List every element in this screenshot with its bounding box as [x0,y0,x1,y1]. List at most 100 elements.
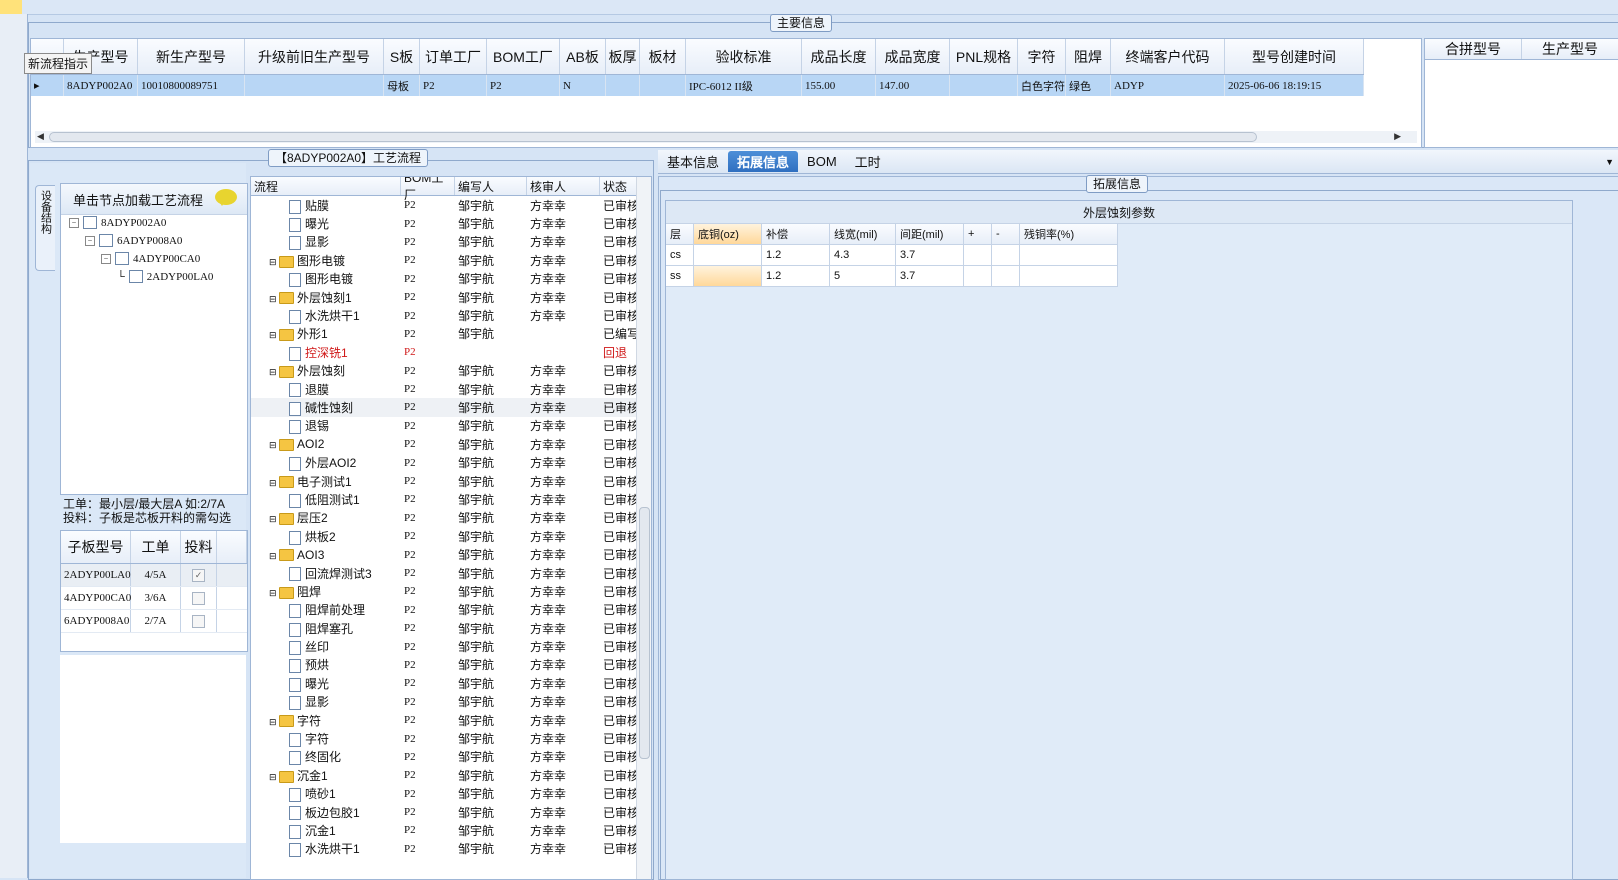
model-cell[interactable]: 6ADYP008A0 [61,610,131,632]
status-cell[interactable]: 已审核 [600,693,637,710]
process-row[interactable]: ⊟ 沉金1 P2 邹宇航 方幸幸 已审核 [251,766,651,784]
writer-cell[interactable]: 邹宇航 [455,473,527,490]
column-header[interactable]: PNL规格 [950,39,1018,74]
tab-device-structure[interactable]: 设备结构 [35,185,55,271]
reviewer-cell[interactable]: 方幸幸 [527,693,600,710]
status-cell[interactable]: 已审核 [600,730,637,747]
column-header[interactable]: BOM工厂 [401,177,455,202]
bom-factory-cell[interactable]: P2 [401,567,455,579]
bom-factory-cell[interactable]: P2 [401,346,455,358]
column-header[interactable]: 合拼型号 [1425,39,1522,59]
process-name-cell[interactable]: 字符 [251,730,401,747]
feed-checkbox[interactable] [192,614,205,628]
bom-factory-cell[interactable]: P2 [401,677,455,689]
status-cell[interactable]: 已审核 [600,546,637,563]
process-row[interactable]: 丝印 P2 邹宇航 方幸幸 已审核 [251,637,651,655]
sub-board-row[interactable]: 2ADYP00LA0 4/5A ✓ [61,564,247,587]
status-cell[interactable]: 已审核 [600,491,637,508]
process-row[interactable]: 喷砂1 P2 邹宇航 方幸幸 已审核 [251,785,651,803]
writer-cell[interactable]: 邹宇航 [455,712,527,729]
column-header[interactable]: 核审人 [527,177,600,195]
status-cell[interactable]: 已审核 [600,417,637,434]
process-row[interactable]: ⊟ 图形电镀 P2 邹宇航 方幸幸 已审核 [251,251,651,269]
writer-cell[interactable]: 邹宇航 [455,583,527,600]
grid-cell[interactable]: ADYP [1111,75,1225,96]
collapse-icon[interactable]: ⊟ [269,294,279,304]
grid-cell[interactable]: 10010800089751 [138,75,245,96]
main-info-grid[interactable]: 生产型号 新生产型号 升级前旧生产型号 S板 订单工厂 BOM工厂 AB板 板厚 板材 验收标准成… [30,38,1422,148]
collapse-icon[interactable]: ⊟ [269,588,279,598]
bom-factory-cell[interactable]: P2 [401,401,455,413]
reviewer-cell[interactable]: 方幸幸 [527,675,600,692]
process-name-cell[interactable]: 退膜 [251,381,401,398]
status-cell[interactable]: 已审核 [600,436,637,453]
status-cell[interactable]: 已审核 [600,362,637,379]
reviewer-cell[interactable]: 方幸幸 [527,252,600,269]
status-cell[interactable]: 已审核 [600,785,637,802]
bom-factory-cell[interactable]: P2 [401,199,455,211]
sub-board-grid[interactable]: 子板型号 工单 投料 2ADYP00LA0 4/5A ✓ 4ADYP00CA0 3/6A 6A… [60,530,248,652]
process-name-cell[interactable]: 显影 [251,693,401,711]
reviewer-cell[interactable]: 方幸幸 [527,417,600,434]
column-header[interactable]: 编写人 [455,177,527,195]
process-row[interactable]: 外层AOI2 P2 邹宇航 方幸幸 已审核 [251,453,651,471]
bom-factory-cell[interactable]: P2 [401,696,455,708]
column-header[interactable]: 层 [666,224,694,245]
tab-3[interactable]: 工时 [846,151,890,172]
column-header[interactable]: 终端客户代码 [1111,39,1225,74]
bom-factory-cell[interactable]: P2 [401,291,455,303]
process-row[interactable]: 退锡 P2 邹宇航 方幸幸 已审核 [251,417,651,435]
bom-factory-cell[interactable]: P2 [401,512,455,524]
process-name-cell[interactable]: 碱性蚀刻 [251,399,401,416]
writer-cell[interactable]: 邹宇航 [455,638,527,655]
bom-factory-cell[interactable]: P2 [401,806,455,818]
column-header[interactable]: 成品长度 [802,39,876,74]
reviewer-cell[interactable]: 方幸幸 [527,583,600,600]
process-name-cell[interactable]: ⊟ 沉金1 [251,767,401,784]
reviewer-cell[interactable]: 方幸幸 [527,307,600,324]
writer-cell[interactable]: 邹宇航 [455,270,527,287]
work-order-cell[interactable]: 4/5A [131,564,181,586]
status-cell[interactable]: 已审核 [600,675,637,692]
column-header[interactable]: + [964,224,992,245]
process-name-cell[interactable]: 图形电镀 [251,270,401,288]
process-name-cell[interactable]: 丝印 [251,638,401,655]
status-cell[interactable]: 已审核 [600,620,637,637]
process-row[interactable]: 曝光 P2 邹宇航 方幸幸 已审核 [251,674,651,692]
reviewer-cell[interactable]: 方幸幸 [527,381,600,398]
process-row[interactable]: 退膜 P2 邹宇航 方幸幸 已审核 [251,380,651,398]
collapse-icon[interactable]: ⊟ [269,330,279,340]
bom-factory-cell[interactable]: P2 [401,438,455,450]
column-header[interactable]: 残铜率(%) [1020,224,1118,245]
process-name-cell[interactable]: 低阻测试1 [251,491,401,508]
param-cell[interactable] [1020,266,1118,287]
bom-factory-cell[interactable]: P2 [401,420,455,432]
collapse-icon[interactable]: ⊟ [269,551,279,561]
work-order-cell[interactable]: 3/6A [131,587,181,609]
writer-cell[interactable]: 邹宇航 [455,381,527,398]
column-header[interactable]: 线宽(mil) [830,224,896,245]
bom-factory-cell[interactable]: P2 [401,530,455,542]
process-row[interactable]: 字符 P2 邹宇航 方幸幸 已审核 [251,729,651,747]
writer-cell[interactable]: 邹宇航 [455,454,527,471]
writer-cell[interactable]: 邹宇航 [455,748,527,765]
column-header[interactable]: BOM工厂 [487,39,560,74]
process-name-cell[interactable]: ⊟ 图形电镀 [251,252,401,269]
main-grid-row[interactable]: ▸ 8ADYP002A0 10010800089751 母板 P2 P2 N IPC-6012… [31,75,1364,96]
status-cell[interactable]: 已审核 [600,638,637,655]
reviewer-cell[interactable]: 方幸幸 [527,289,600,306]
status-cell[interactable]: 已审核 [600,583,637,600]
process-row[interactable]: ⊟ 阻焊 P2 邹宇航 方幸幸 已审核 [251,582,651,600]
row-marker-icon[interactable]: ▸ [31,75,64,96]
reviewer-cell[interactable]: 方幸幸 [527,840,600,857]
reviewer-cell[interactable]: 方幸幸 [527,546,600,563]
bom-factory-cell[interactable]: P2 [401,769,455,781]
bom-factory-cell[interactable]: P2 [401,328,455,340]
feed-cell[interactable] [181,587,217,609]
process-row[interactable]: ⊟ 电子测试1 P2 邹宇航 方幸幸 已审核 [251,472,651,490]
column-header[interactable]: 底铜(oz) [694,224,762,245]
grid-cell[interactable]: 147.00 [876,75,950,96]
process-name-cell[interactable]: 回流焊测试3 [251,565,401,582]
writer-cell[interactable]: 邹宇航 [455,804,527,821]
collapse-icon[interactable]: ⊟ [269,367,279,377]
